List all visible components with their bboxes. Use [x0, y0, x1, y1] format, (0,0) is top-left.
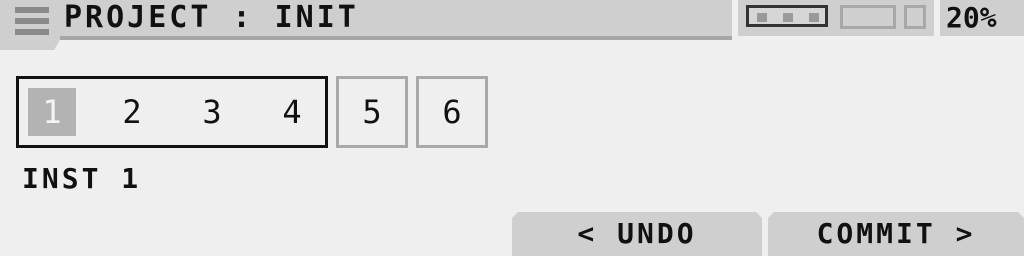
zoom-indicator: 20%: [940, 0, 1024, 36]
slot-3[interactable]: 3: [188, 88, 236, 136]
slot-group-1-4: 1 2 3 4: [16, 76, 328, 148]
instrument-label: INST 1: [22, 162, 142, 195]
slot-5[interactable]: 5: [336, 76, 408, 148]
zoom-level: 20%: [946, 1, 997, 34]
commit-button[interactable]: COMMIT >: [768, 212, 1024, 256]
level-meter-empty: [840, 5, 896, 29]
hamburger-menu-icon: [15, 7, 49, 41]
menu-button[interactable]: [0, 0, 60, 50]
level-meter-peak: [904, 5, 926, 29]
title-underline: [56, 36, 732, 40]
slot-4[interactable]: 4: [268, 88, 316, 136]
undo-button[interactable]: < UNDO: [512, 212, 762, 256]
slot-2[interactable]: 2: [108, 88, 156, 136]
header-bar: PROJECT : INIT 20%: [0, 0, 1024, 50]
slot-1[interactable]: 1: [28, 88, 76, 136]
project-title: PROJECT : INIT: [64, 0, 359, 35]
level-meter-icon: [746, 5, 828, 27]
level-meter: [738, 0, 934, 36]
slot-6[interactable]: 6: [416, 76, 488, 148]
